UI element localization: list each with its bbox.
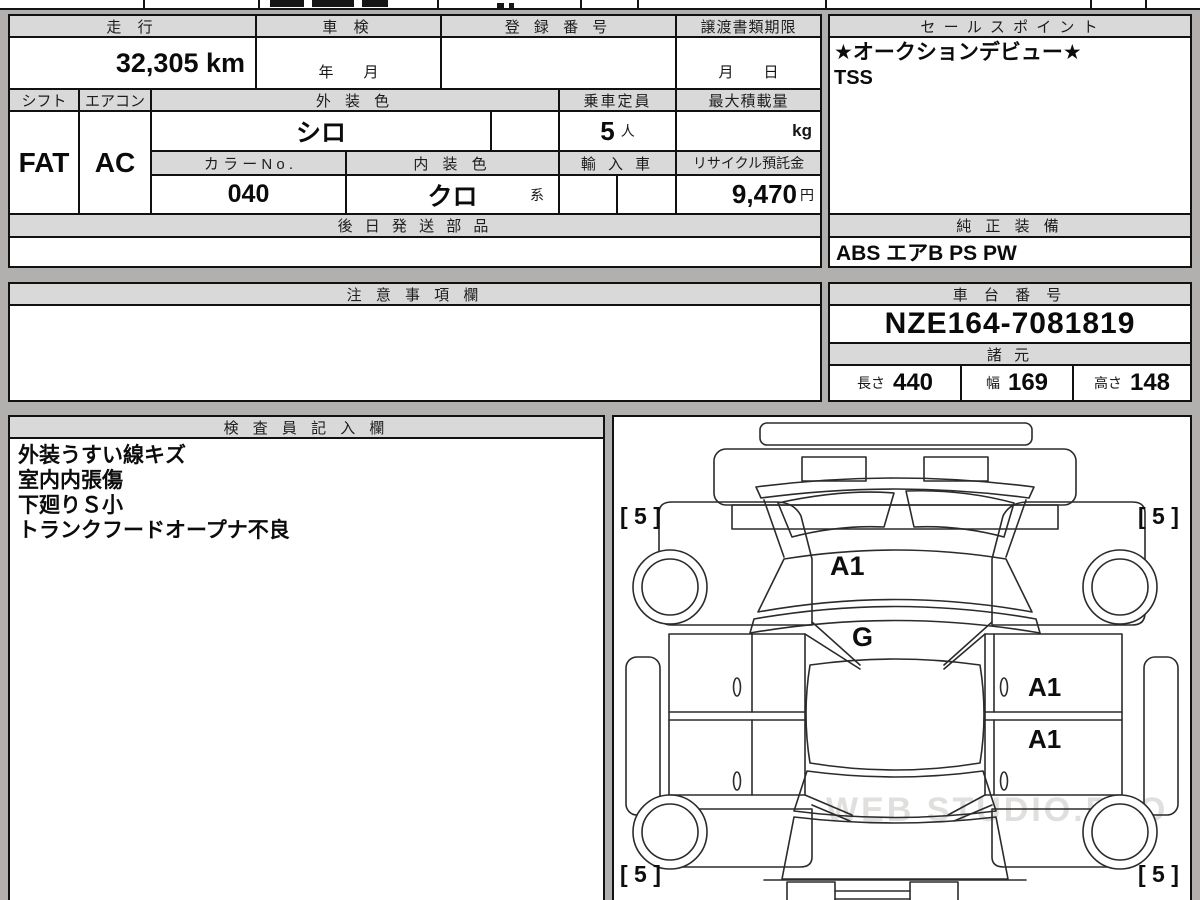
caution-header: 注 意 事 項 欄 [10,284,820,306]
divider [1145,0,1147,10]
capacity-value: 5 人 [560,112,677,152]
transfer-deadline-value: 月 日 [677,38,820,90]
interior-color-header: 内 装 色 [347,152,560,176]
sales-point-table: セ ー ル ス ポ イ ン ト ★オークションデビュー★ TSS 純 正 装 備… [828,14,1192,268]
cowl-damage-label: G [852,622,874,652]
chassis-number-header: 車 台 番 号 [830,284,1190,306]
capacity-header: 乗車定員 [560,90,677,112]
cutoff-text-fragment [497,3,504,8]
interior-color-suffix: 系 [530,186,544,203]
auction-sheet-page: 走 行 車 検 登 録 番 号 譲渡書類期限 32,305 km 年 月 月 日… [0,0,1200,900]
inspector-note-line: トランクフードオープナ不良 [18,519,290,542]
exterior-color-value: シロ [152,112,492,152]
capacity-number: 5 [600,115,615,146]
divider [437,0,439,10]
shift-header: シフト [10,90,80,112]
corner-score-bottom-left: [ 5 ] [620,861,661,887]
divider [1090,0,1092,10]
sales-point-line: ★オークションデビュー★ [834,41,1082,64]
registration-value [442,38,677,90]
shift-value: FAT [10,112,80,215]
genuine-equipment-header: 純 正 装 備 [830,215,1190,238]
maxload-value: kg [677,112,820,152]
recycle-value: 9,470 円 [677,176,820,215]
hood-damage-label: A1 [830,551,865,581]
spec-length-cell: 長さ 440 [830,366,962,400]
divider [580,0,582,10]
spec-height-label: 高さ [1093,375,1122,391]
inspector-notes-body: 外装うすい線キズ 室内内張傷 下廻りＳ小 トランクフードオープナ不良 [10,439,603,900]
recycle-unit: 円 [800,186,814,203]
caution-table: 注 意 事 項 欄 [8,282,822,402]
front-door-damage-label: A1 [1028,672,1062,702]
divider [637,0,639,10]
spec-width-label: 幅 [985,375,1000,391]
registration-header: 登 録 番 号 [442,16,677,38]
spec-width-value: 169 [1007,369,1049,396]
inspection-value: 年 月 [257,38,442,90]
divider [143,0,145,10]
sales-point-line: TSS [834,67,873,89]
later-parts-header: 後 日 発 送 部 品 [10,215,820,238]
cutoff-text-fragment [270,0,304,7]
genuine-equipment-value: ABS エアB PS PW [836,242,1017,265]
cutoff-text-fragment [312,0,354,7]
later-parts-value [10,238,820,266]
corner-score-top-right: [ 5 ] [1138,503,1179,529]
aircon-value: AC [80,112,152,215]
color-no-value: 040 [152,176,347,215]
truncated-top-row [0,0,1200,10]
inspector-notes-header: 検 査 員 記 入 欄 [10,417,603,439]
spec-length-label: 長さ [856,375,885,391]
corner-score-top-left: [ 5 ] [620,503,661,529]
recycle-header: リサイクル預託金 [677,152,820,176]
maxload-header: 最大積載量 [677,90,820,112]
specs-header: 諸 元 [830,344,1190,366]
aircon-header: エアコン [80,90,152,112]
vehicle-info-table: 走 行 車 検 登 録 番 号 譲渡書類期限 32,305 km 年 月 月 日… [8,14,822,268]
inspector-note-line: 外装うすい線キズ [18,444,186,467]
mileage-value: 32,305 km [10,38,257,90]
chassis-spec-table: 車 台 番 号 NZE164-7081819 諸 元 長さ 440 幅 169 … [828,282,1192,402]
exterior-color-extra-cell [492,112,560,152]
divider [825,0,827,10]
divider [258,0,260,10]
inspection-header: 車 検 [257,16,442,38]
inspector-note-line: 下廻りＳ小 [18,494,123,517]
color-no-header: カ ラ ー N o . [152,152,347,176]
spec-height-value: 148 [1129,369,1171,396]
spec-length-value: 440 [892,369,934,396]
transfer-deadline-header: 譲渡書類期限 [677,16,820,38]
import-value-cell-1 [560,176,618,215]
car-outline-drawing [625,422,1179,900]
inspector-notes-panel: 検 査 員 記 入 欄 外装うすい線キズ 室内内張傷 下廻りＳ小 トランクフード… [8,415,605,900]
caution-body [10,306,820,400]
spec-height-cell: 高さ 148 [1074,366,1190,400]
sales-point-header: セ ー ル ス ポ イ ン ト [830,16,1190,38]
chassis-number-value: NZE164-7081819 [830,306,1190,344]
import-value-cell-2 [618,176,677,215]
interior-color-name: クロ [427,182,478,211]
import-header: 輸 入 車 [560,152,677,176]
mileage-header: 走 行 [10,16,257,38]
cutoff-text-fragment [362,0,388,7]
damage-diagram-panel: WEB STUDIO.PRO [5] [5] [5] [5] A… [612,415,1192,900]
rear-door-damage-label: A1 [1028,724,1062,754]
corner-score-bottom-right: [ 5 ] [1138,861,1179,887]
exterior-color-header: 外 装 色 [152,90,560,112]
recycle-number: 9,470 [731,179,797,209]
cutoff-text-fragment [509,3,514,8]
sales-point-body: ★オークションデビュー★ TSS [830,38,1190,215]
interior-color-value: クロ 系 [347,176,560,215]
capacity-unit: 人 [620,123,635,139]
spec-width-cell: 幅 169 [962,366,1074,400]
inspector-note-line: 室内内張傷 [18,469,123,492]
